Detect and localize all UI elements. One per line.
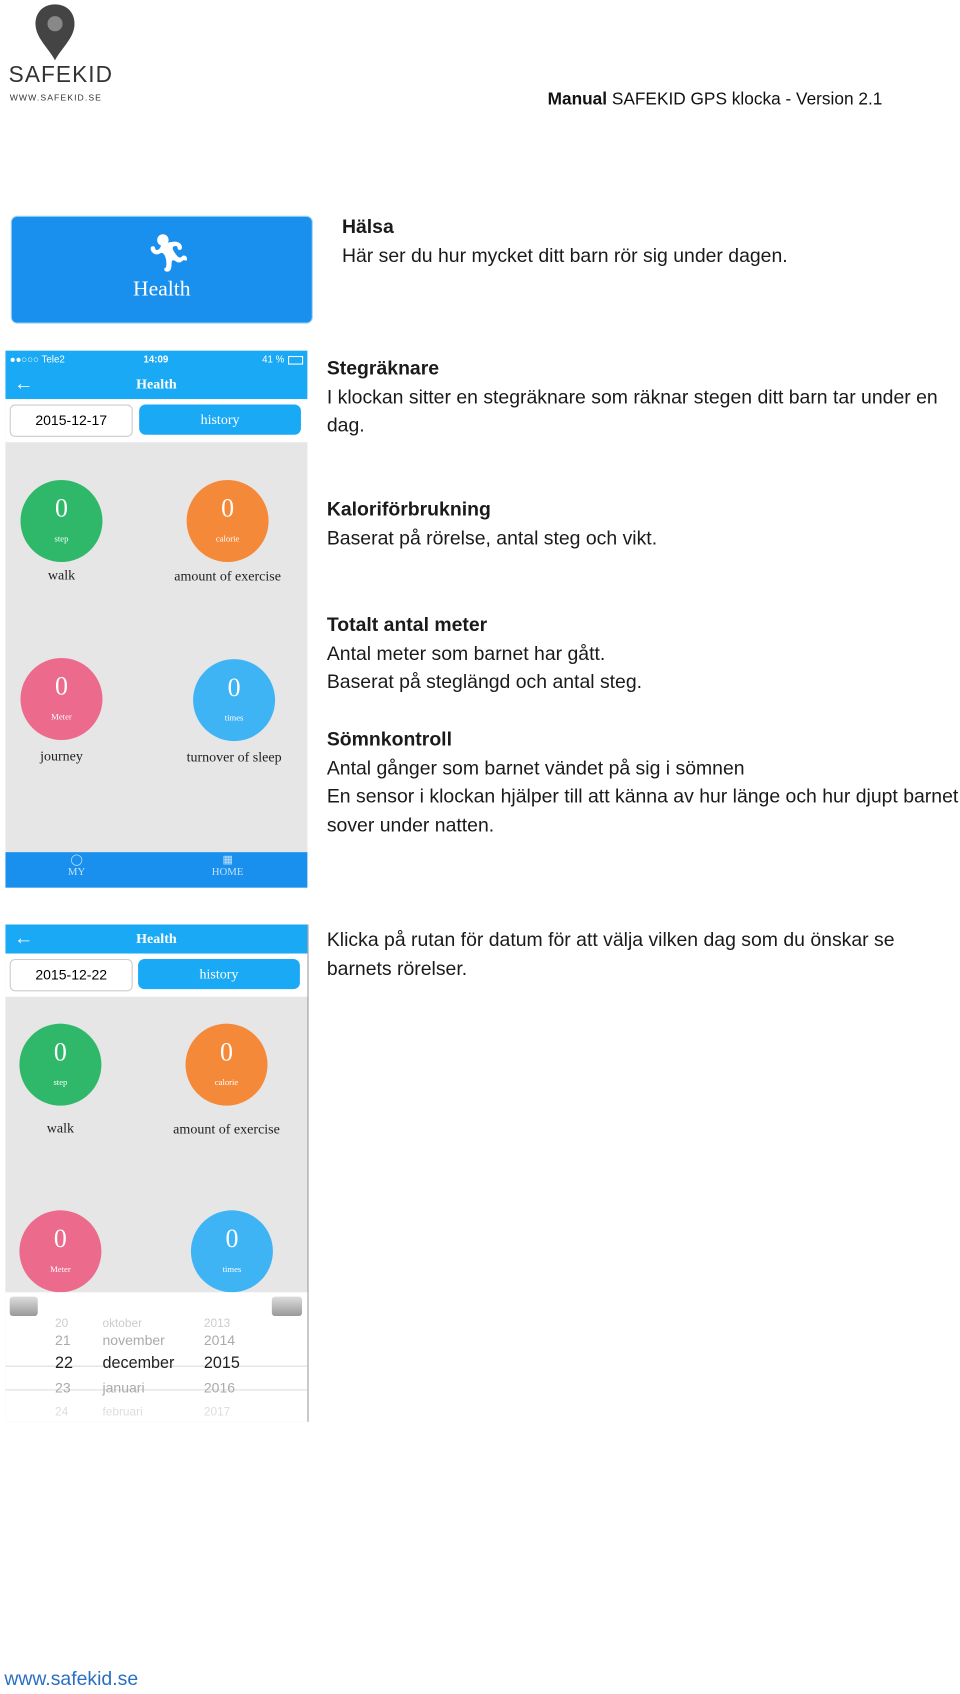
picker-year-option[interactable]: 2014 — [204, 1332, 235, 1348]
section-somn: Sömnkontroll Antal gånger som barnet vänd… — [326, 728, 959, 836]
journey-label: journey — [40, 747, 83, 764]
tab-bar: ◯ MY ▦ HOME — [5, 852, 308, 888]
section-meter: Totalt antal meter Antal meter som barnet… — [326, 613, 643, 693]
section-kalori: Kaloriförbrukning Baserat på rörelse, ant… — [326, 498, 658, 549]
sleep-label: turnover of sleep — [186, 748, 282, 765]
section-halsa: Hälsa Här ser du hur mycket ditt barn rör… — [341, 215, 788, 266]
footer-url[interactable]: www.safekid.se — [4, 1668, 138, 1691]
picker-day-option[interactable]: 22 — [55, 1354, 73, 1372]
document-title: Manual SAFEKID GPS klocka - Version 2.1 — [547, 90, 883, 109]
battery-icon — [288, 355, 304, 365]
calorie-circle: 0 calorie — [185, 1023, 268, 1106]
picker-month-option[interactable]: januari — [102, 1380, 144, 1396]
picker-day-option[interactable]: 24 — [55, 1406, 68, 1419]
step-circle: 0 step — [19, 1023, 102, 1106]
picker-year-option[interactable]: 2016 — [204, 1380, 235, 1396]
history-button[interactable]: history — [139, 404, 301, 435]
sleep-circle: 0 times — [190, 1210, 273, 1293]
tab-home[interactable]: ▦ HOME — [206, 854, 249, 878]
date-field[interactable]: 2015-12-17 — [9, 404, 133, 437]
banner-label: Health — [133, 277, 191, 301]
nav-bar: ← Health — [5, 924, 308, 954]
picker-month-option[interactable]: december — [102, 1354, 174, 1372]
date-picker[interactable]: 20 oktober 2013 21 november 2014 22 december 201… — [5, 1292, 308, 1422]
history-button[interactable]: history — [138, 958, 300, 990]
picker-year-option[interactable]: 2017 — [204, 1406, 230, 1419]
nav-bar: ← Health — [5, 369, 308, 400]
picker-year-option[interactable]: 2013 — [204, 1317, 230, 1330]
tab-my[interactable]: ◯ MY — [55, 854, 98, 878]
status-bar: ●●○○○ Tele2 14:09 41 % — [5, 350, 308, 370]
picker-day-option[interactable]: 21 — [55, 1332, 71, 1348]
step-circle: 0 step — [20, 480, 103, 563]
phone-screenshot-1: ●●○○○ Tele2 14:09 41 % ← Health 2015-12-… — [5, 350, 308, 888]
picker-month-option[interactable]: oktober — [102, 1317, 142, 1330]
picker-done-button[interactable] — [271, 1296, 303, 1317]
picker-month-option[interactable]: februari — [102, 1406, 142, 1419]
user-icon: ◯ — [70, 854, 83, 867]
picker-cancel-button[interactable] — [9, 1296, 38, 1317]
home-icon: ▦ — [222, 854, 233, 867]
logo-url: WWW.SAFEKID.SE — [9, 92, 103, 103]
date-field[interactable]: 2015-12-22 — [9, 958, 133, 992]
meter-circle: 0 Meter — [19, 1210, 102, 1293]
exercise-label: amount of exercise — [174, 567, 281, 584]
exercise-label: amount of exercise — [173, 1120, 280, 1137]
logo: SAFEKID WWW.SAFEKID.SE — [6, 2, 112, 104]
logo-text: SAFEKID — [8, 62, 114, 88]
sleep-circle: 0 times — [193, 659, 276, 742]
section-stegraknare: Stegräknare I klockan sitter en stegräkna… — [326, 357, 938, 436]
picker-day-option[interactable]: 23 — [55, 1380, 71, 1396]
walk-label: walk — [46, 1119, 75, 1136]
section-datum: Klicka på rutan för datum för att välja … — [326, 928, 895, 979]
walk-label: walk — [47, 566, 76, 583]
running-person-icon: 🏃︎ — [145, 232, 193, 274]
calorie-circle: 0 calorie — [186, 480, 269, 563]
picker-year-option[interactable]: 2015 — [204, 1354, 240, 1372]
health-banner: 🏃︎ Health — [10, 215, 313, 324]
picker-day-option[interactable]: 20 — [55, 1317, 68, 1330]
location-pin-icon — [35, 4, 75, 61]
phone-screenshot-2: ← Health 2015-12-22 history 0 step 0 calor… — [5, 924, 309, 1422]
meter-circle: 0 Meter — [20, 658, 103, 740]
picker-month-option[interactable]: november — [102, 1332, 164, 1348]
